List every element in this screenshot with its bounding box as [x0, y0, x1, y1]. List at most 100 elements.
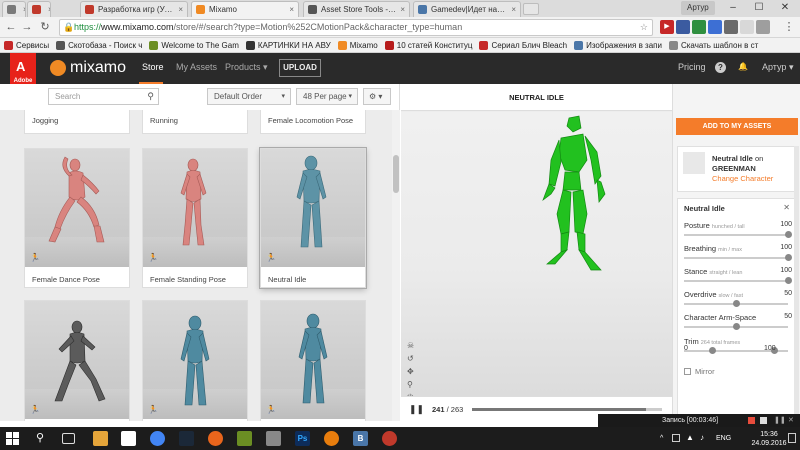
browser-tab[interactable]: ×: [27, 1, 51, 17]
browser-tab[interactable]: Gamedev|Идет набор в×: [413, 1, 521, 17]
app-icon[interactable]: [237, 431, 252, 446]
param-slider-handle[interactable]: [733, 300, 740, 307]
extension-icon[interactable]: [692, 20, 706, 34]
close-icon[interactable]: ✕: [788, 414, 794, 427]
reload-icon[interactable]: ↻: [38, 20, 52, 34]
motion-card[interactable]: 🏃: [142, 300, 248, 421]
bookmark-item[interactable]: КАРТИНКИ НА АВУ: [245, 40, 331, 50]
photoshop-icon[interactable]: Ps: [295, 431, 310, 446]
network-icon[interactable]: ▲: [686, 433, 694, 442]
viewport-stage[interactable]: ☠ ↺ ✥ ⚲ ⏻ ■: [401, 112, 672, 415]
nav-my-assets[interactable]: My Assets: [176, 62, 217, 72]
recorder-icon[interactable]: [382, 431, 397, 446]
language-indicator[interactable]: ENG: [716, 435, 731, 442]
zoom-icon[interactable]: ⚲: [407, 381, 414, 389]
extension-icon[interactable]: [740, 20, 754, 34]
bookmark-item[interactable]: Изображения в запи: [574, 40, 662, 50]
bookmark-star-icon[interactable]: ☆: [640, 20, 648, 35]
vk-icon[interactable]: B: [353, 431, 368, 446]
motion-card[interactable]: 🏃 Female Standing Pose: [142, 148, 248, 288]
search-input[interactable]: Search ⚲: [48, 88, 159, 105]
extension-icon[interactable]: [708, 20, 722, 34]
per-page-select[interactable]: 48 Per page ▾: [296, 88, 358, 105]
tray-app-icon[interactable]: [672, 434, 680, 442]
browser-profile-badge[interactable]: Артур: [681, 1, 715, 15]
bookmark-item[interactable]: 10 статей Конституц: [384, 40, 472, 50]
motion-card[interactable]: 🏃 Female Dance Pose: [24, 148, 130, 288]
pause-icon[interactable]: ❚❚: [774, 414, 786, 427]
bookmark-item[interactable]: Скачать шаблон в ст: [668, 40, 758, 50]
timeline-scrubber[interactable]: [472, 408, 662, 411]
motion-card[interactable]: 🏃: [24, 300, 130, 421]
param-slider-handle[interactable]: [785, 254, 792, 261]
bookmark-item[interactable]: Сервисы: [4, 40, 49, 50]
tab-close-icon[interactable]: ×: [511, 5, 516, 14]
nav-store[interactable]: Store: [142, 62, 164, 72]
maximize-icon[interactable]: ☐: [748, 0, 770, 15]
bookmark-item[interactable]: Welcome to The Gam: [149, 40, 239, 50]
pause-icon[interactable]: ❚❚: [409, 404, 424, 415]
notifications-icon[interactable]: [788, 433, 796, 443]
search-icon[interactable]: ⚲: [147, 89, 154, 104]
search-icon[interactable]: ⚲: [36, 431, 51, 446]
settings-dropdown[interactable]: ⚙ ▾: [363, 88, 391, 105]
grid-scrollbar-thumb[interactable]: [393, 155, 399, 193]
browser-tab[interactable]: Разработка игр (Урок ×: [80, 1, 188, 17]
motion-card[interactable]: Jogging: [24, 110, 130, 134]
task-view-icon[interactable]: [62, 433, 75, 444]
file-explorer-icon[interactable]: [93, 431, 108, 446]
bookmark-item[interactable]: Скотобаза - Поиск ч: [56, 40, 142, 50]
store-icon[interactable]: [121, 431, 136, 446]
stop-icon[interactable]: [760, 417, 767, 424]
blender-icon[interactable]: [324, 431, 339, 446]
forward-icon[interactable]: →: [20, 20, 34, 34]
motion-card[interactable]: Female Locomotion Pose: [260, 110, 366, 134]
tab-close-icon[interactable]: ×: [48, 5, 50, 14]
motion-card-selected[interactable]: 🏃 Neutral Idle: [260, 148, 366, 288]
app-icon[interactable]: [266, 431, 281, 446]
param-slider-handle[interactable]: [785, 277, 792, 284]
change-character-link[interactable]: Change Character: [712, 174, 773, 183]
param-slider-handle[interactable]: [733, 323, 740, 330]
back-icon[interactable]: ←: [4, 20, 18, 34]
close-icon[interactable]: ✕: [783, 203, 790, 212]
tray-chevron-icon[interactable]: ^: [660, 435, 663, 442]
extension-icon[interactable]: ▶: [660, 20, 674, 34]
motion-card[interactable]: Running: [142, 110, 248, 134]
checkbox-icon[interactable]: [684, 368, 691, 375]
grid-scrollbar[interactable]: [392, 110, 400, 421]
motion-card[interactable]: 🏃: [260, 300, 366, 421]
skull-icon[interactable]: ☠: [407, 342, 414, 350]
param-slider-track[interactable]: [684, 257, 788, 259]
nav-products[interactable]: Products ▾: [225, 62, 268, 73]
undo-icon[interactable]: ↺: [407, 355, 414, 363]
url-input[interactable]: 🔒 https://www.mixamo.com/store/#/search?t…: [59, 19, 653, 36]
mixamo-logo[interactable]: mixamo: [50, 59, 126, 77]
param-slider-handle[interactable]: [785, 231, 792, 238]
param-slider-track[interactable]: [684, 280, 788, 282]
close-window-icon[interactable]: ✕: [774, 0, 796, 15]
new-tab-button[interactable]: [523, 3, 539, 15]
panel-scrollbar[interactable]: [794, 146, 799, 416]
move-icon[interactable]: ✥: [407, 368, 414, 376]
browser-tab-active[interactable]: Mixamo ×: [191, 1, 299, 17]
record-icon[interactable]: [748, 417, 755, 424]
tab-close-icon[interactable]: ×: [23, 5, 25, 14]
tab-close-icon[interactable]: ×: [400, 5, 405, 14]
extension-icon[interactable]: [676, 20, 690, 34]
upload-button[interactable]: UPLOAD: [279, 59, 321, 77]
param-slider-track[interactable]: [684, 234, 788, 236]
mirror-checkbox[interactable]: Mirror: [684, 367, 715, 376]
extension-icon[interactable]: [724, 20, 738, 34]
bookmark-item[interactable]: Сериал Блич Bleach: [479, 40, 567, 50]
windows-start-icon[interactable]: [6, 432, 20, 446]
extension-icon[interactable]: [756, 20, 770, 34]
minimize-icon[interactable]: –: [722, 0, 744, 15]
menu-dots-icon[interactable]: ⋮: [782, 20, 796, 34]
volume-icon[interactable]: ♪: [700, 433, 704, 442]
tab-close-icon[interactable]: ×: [178, 5, 183, 14]
help-icon[interactable]: ?: [715, 62, 726, 73]
notifications-bell-icon[interactable]: 🔔: [738, 62, 748, 71]
steam-icon[interactable]: [179, 431, 194, 446]
app-icon[interactable]: [208, 431, 223, 446]
